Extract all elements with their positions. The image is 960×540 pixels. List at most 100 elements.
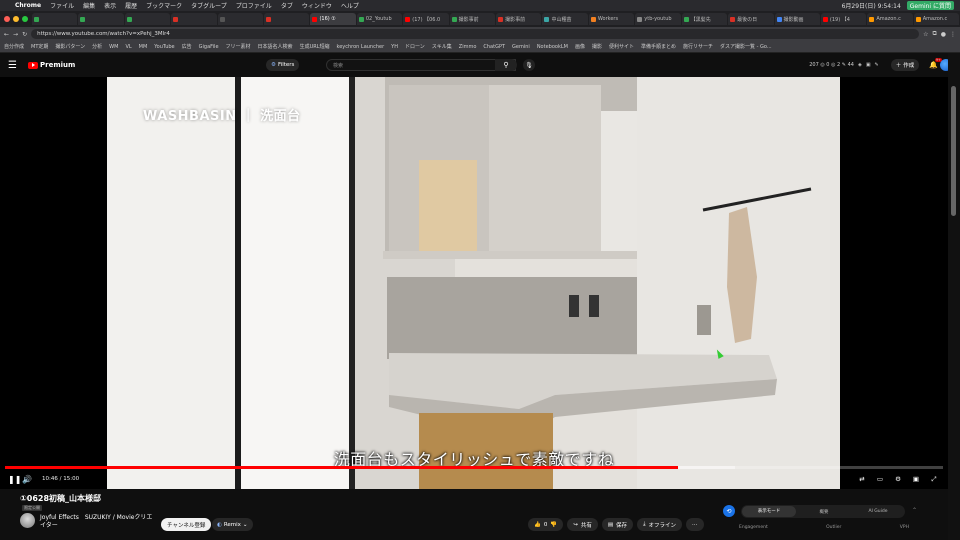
clock[interactable]: 6月29日(日) 9:54:14: [842, 1, 901, 10]
bookmark-item[interactable]: GigaFile: [199, 44, 219, 50]
bookmark-item[interactable]: 自分作成: [4, 43, 24, 50]
close-window-button[interactable]: [4, 16, 10, 22]
menu-edit[interactable]: 編集: [83, 1, 95, 10]
bookmark-item[interactable]: 画像: [575, 43, 585, 50]
minimize-window-button[interactable]: [13, 16, 19, 22]
youtube-logo[interactable]: Premium: [28, 61, 75, 69]
bookmark-item[interactable]: 便利サイト: [609, 43, 634, 50]
url-field[interactable]: https://www.youtube.com/watch?v=xPehj_3M…: [31, 29, 920, 39]
ext-icon-3[interactable]: ✎: [875, 62, 879, 68]
panel-toggle-icon[interactable]: ⟲: [723, 505, 735, 517]
offline-button[interactable]: ⤓ オフライン: [637, 518, 683, 531]
menu-tab[interactable]: タブ: [281, 1, 293, 10]
channel-avatar[interactable]: [20, 513, 35, 528]
subscribe-button[interactable]: チャンネル登録: [161, 518, 212, 531]
tab-display-mode[interactable]: 表示モード: [742, 506, 796, 517]
thumbs-down-icon[interactable]: 👎: [550, 522, 557, 528]
bookmark-item[interactable]: スキル集: [432, 43, 452, 50]
menu-tabgroups[interactable]: タブグループ: [191, 1, 227, 10]
bookmark-item[interactable]: NotebookLM: [537, 44, 568, 50]
forward-icon[interactable]: →: [13, 31, 18, 38]
bookmark-item[interactable]: ダスア撮影一覧 - Go...: [720, 43, 772, 50]
progress-bar[interactable]: [5, 466, 943, 469]
app-menu[interactable]: Chrome: [15, 2, 41, 9]
ext-icon-2[interactable]: ▣: [866, 62, 871, 68]
browser-tab[interactable]: 最後の日: [728, 13, 774, 25]
browser-tab[interactable]: Workers: [588, 13, 635, 25]
panel-collapse-icon[interactable]: ⌃: [912, 507, 917, 514]
bookmark-item[interactable]: YH: [391, 44, 398, 50]
tab-overview[interactable]: 概要: [797, 509, 851, 515]
bookmark-item[interactable]: MM: [139, 44, 148, 50]
bookmark-item[interactable]: フリー素材: [226, 43, 251, 50]
hamburger-icon[interactable]: ☰: [8, 60, 22, 71]
menu-view[interactable]: 表示: [104, 1, 116, 10]
menu-bookmarks[interactable]: ブックマーク: [146, 1, 182, 10]
browser-tab[interactable]: [264, 13, 310, 25]
bookmark-item[interactable]: 広告: [182, 43, 192, 50]
gemini-button[interactable]: Gemini に質問: [906, 1, 954, 10]
extension-stats[interactable]: 207 ◎ 0 ◎ 2 ✎ 44: [809, 62, 854, 68]
search-button[interactable]: ⚲: [495, 59, 517, 71]
pause-icon[interactable]: ❚❚: [8, 475, 22, 484]
notifications-button[interactable]: 🔔 9+: [929, 58, 942, 69]
create-button[interactable]: ＋ 作成: [890, 59, 920, 71]
bookmark-item[interactable]: 生成URL短縮: [300, 43, 330, 50]
search-input[interactable]: 検索: [326, 59, 516, 71]
star-icon[interactable]: ☆: [923, 31, 928, 38]
menu-history[interactable]: 履歴: [125, 1, 137, 10]
filters-button[interactable]: ⚙ Filters: [266, 59, 300, 71]
browser-tab[interactable]: 撮影動画: [774, 13, 820, 25]
browser-tab[interactable]: Amazon.c: [913, 13, 960, 25]
autoplay-icon[interactable]: ⇄: [856, 474, 868, 484]
bookmark-item[interactable]: 撮影パターン: [55, 43, 85, 50]
ext-icon-1[interactable]: ◈: [858, 62, 862, 68]
browser-tab[interactable]: Amazon.c: [867, 13, 913, 25]
zoom-window-button[interactable]: [22, 16, 28, 22]
bookmark-item[interactable]: 施行リサーチ: [683, 43, 713, 50]
bookmark-item[interactable]: 分析: [92, 43, 102, 50]
browser-tab[interactable]: [124, 13, 171, 25]
bookmark-item[interactable]: Gemini: [512, 44, 530, 50]
browser-tab[interactable]: 中山種苗: [542, 13, 588, 25]
save-button[interactable]: ▤ 保存: [601, 518, 634, 531]
browser-tab[interactable]: (19) 【4: [820, 13, 867, 25]
more-actions-button[interactable]: ⋯: [686, 518, 704, 531]
browser-tab[interactable]: 撮影事前: [449, 13, 496, 25]
profile-icon[interactable]: ●: [941, 31, 946, 38]
back-icon[interactable]: ←: [4, 31, 9, 38]
bookmark-item[interactable]: 日本語名人検索: [258, 43, 293, 50]
browser-tab[interactable]: [78, 13, 124, 25]
menu-file[interactable]: ファイル: [50, 1, 74, 10]
browser-tab[interactable]: 02_Youtub: [356, 13, 403, 25]
channel-name[interactable]: Joyful Effects SUZUKIY / Movieクリエイター: [40, 514, 155, 529]
bookmark-item[interactable]: keychron Launcher: [336, 44, 384, 50]
bookmark-item[interactable]: YouTube: [154, 44, 174, 50]
bookmark-item[interactable]: Zimmo: [459, 44, 477, 50]
like-button[interactable]: 👍 0 👎: [528, 518, 564, 531]
extensions-icon[interactable]: ⧉: [932, 30, 936, 38]
video-frame[interactable]: [107, 77, 840, 489]
tab-ai-guide[interactable]: AI Guide: [851, 509, 905, 514]
browser-tab[interactable]: [217, 13, 264, 25]
scrollbar-thumb[interactable]: [951, 86, 956, 216]
bookmark-item[interactable]: ChatGPT: [483, 44, 505, 50]
browser-tab[interactable]: ytb-youtub: [635, 13, 681, 25]
menu-window[interactable]: ウィンドウ: [302, 1, 332, 10]
video-player[interactable]: WASHBASIN ｜ 洗面台 洗面台もスタイリッシュで素敵ですね ❚❚ 🔊 1…: [0, 77, 948, 489]
bookmark-item[interactable]: WM: [109, 44, 118, 50]
fullscreen-icon[interactable]: ⤢: [928, 474, 940, 484]
reload-icon[interactable]: ↻: [22, 31, 27, 38]
bookmark-item[interactable]: VL: [125, 44, 131, 50]
browser-tab[interactable]: (16) ①: [310, 13, 356, 25]
volume-icon[interactable]: 🔊: [22, 475, 36, 484]
share-button[interactable]: ↪ 共有: [567, 518, 598, 531]
remix-button[interactable]: ◐ Remix ⌄: [212, 518, 253, 531]
browser-tab[interactable]: (17) 【06.0: [403, 13, 449, 25]
bookmark-item[interactable]: 撮影: [592, 43, 602, 50]
voice-search-button[interactable]: 🎙: [523, 59, 535, 71]
browser-tab[interactable]: [32, 13, 78, 25]
settings-icon[interactable]: ⚙: [892, 474, 904, 484]
menu-profiles[interactable]: プロファイル: [236, 1, 272, 10]
browser-menu-icon[interactable]: ⋮: [950, 31, 956, 38]
